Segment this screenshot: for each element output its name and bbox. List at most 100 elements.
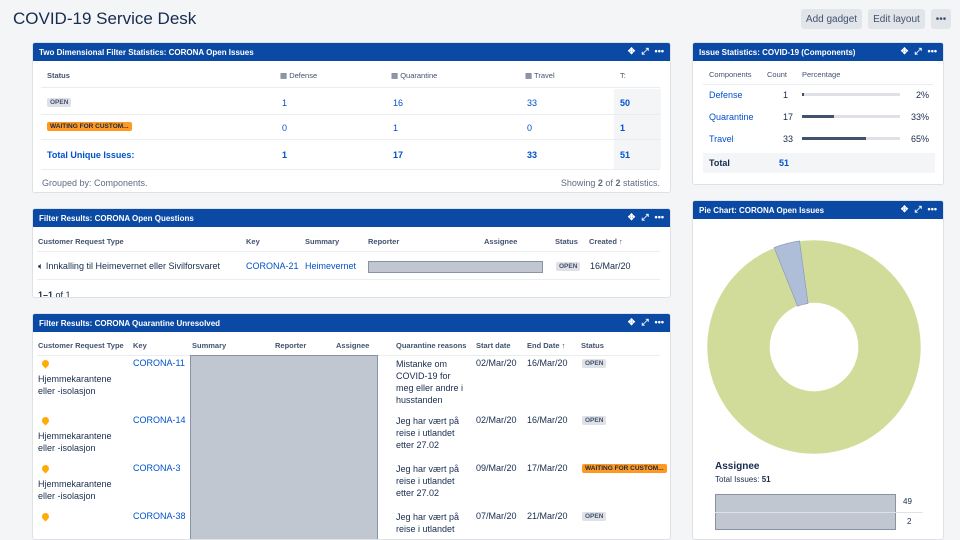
stat-cell[interactable]: 1: [282, 98, 287, 108]
speaker-icon: 🔈︎: [38, 261, 44, 271]
expand-icon[interactable]: ⤢: [641, 317, 648, 328]
col-key[interactable]: Key: [133, 341, 147, 350]
stat-total-cell[interactable]: 1: [620, 123, 625, 133]
total-unique-label: Total Unique Issues:: [47, 150, 135, 160]
gadget-title: Filter Results: CORONA Open Questions: [39, 213, 194, 223]
percentage-bar: [802, 137, 900, 140]
col-quarantine-reasons[interactable]: Quarantine reasons: [396, 341, 466, 350]
quarantine-reason: Jeg har vært på reise i utlandet etter 2…: [396, 464, 460, 498]
total-cell[interactable]: 17: [393, 150, 403, 160]
col-end-date[interactable]: End Date ↑: [527, 341, 565, 350]
col-summary[interactable]: Summary: [305, 237, 339, 246]
total-cell[interactable]: 1: [282, 150, 287, 160]
col-percentage: Percentage: [802, 70, 841, 79]
col-defense[interactable]: ▦ Defense: [280, 71, 317, 80]
legend-value: 2: [907, 517, 912, 526]
issue-key-link[interactable]: CORONA-38: [133, 511, 186, 521]
divider: [41, 139, 660, 140]
open-questions-gadget: Filter Results: CORONA Open Questions ✥ …: [32, 208, 671, 298]
component-percentage: 2%: [915, 90, 929, 100]
col-count: Count: [767, 70, 788, 79]
expand-icon[interactable]: ⤢: [914, 204, 921, 215]
edit-layout-button[interactable]: Edit layout: [868, 9, 925, 29]
more-actions-button[interactable]: •••: [931, 9, 951, 29]
location-pin-icon: [40, 511, 51, 522]
total-cell[interactable]: 33: [527, 150, 537, 160]
more-icon[interactable]: •••: [655, 46, 664, 57]
component-count: 33: [783, 134, 794, 144]
col-request-type[interactable]: Customer Request Type: [38, 341, 124, 350]
stat-cell[interactable]: 0: [527, 123, 532, 133]
col-reporter[interactable]: Reporter: [275, 341, 306, 350]
add-gadget-button[interactable]: Add gadget: [801, 9, 862, 29]
end-date: 17/Mar/20: [527, 463, 568, 473]
gadget-title: Filter Results: CORONA Quarantine Unreso…: [39, 318, 221, 328]
pie-slice-1[interactable]: [706, 239, 922, 455]
created-date: 16/Mar/20: [590, 261, 631, 271]
col-status[interactable]: Status: [581, 341, 604, 350]
issue-key-link[interactable]: CORONA-14: [133, 415, 186, 425]
stat-cell[interactable]: 0: [282, 123, 287, 133]
start-date: 07/Mar/20: [476, 511, 517, 521]
component-count: 17: [783, 112, 794, 122]
stat-cell[interactable]: 1: [393, 123, 398, 133]
percentage-bar: [802, 93, 900, 96]
redacted-block: [190, 355, 378, 539]
percentage-bar-fill: [802, 137, 866, 140]
quarantine-reason: Jeg har vært på reise i utlandet: [396, 512, 460, 534]
move-icon[interactable]: ✥: [628, 317, 636, 328]
total-cell[interactable]: 51: [620, 150, 630, 160]
quarantine-reason: Jeg har vært på reise i utlandet etter 2…: [396, 416, 460, 450]
end-date: 16/Mar/20: [527, 415, 568, 425]
stat-cell[interactable]: 33: [527, 98, 537, 108]
col-summary[interactable]: Summary: [192, 341, 226, 350]
divider: [41, 87, 660, 88]
component-link[interactable]: Travel: [709, 134, 734, 144]
component-link[interactable]: Quarantine: [709, 112, 754, 122]
top-bar: COVID-19 Service Desk Add gadget Edit la…: [0, 0, 960, 36]
divider: [41, 169, 660, 170]
start-date: 02/Mar/20: [476, 415, 517, 425]
more-icon[interactable]: •••: [928, 204, 937, 215]
total-count[interactable]: 51: [779, 158, 789, 168]
status-lozenge: OPEN: [556, 262, 581, 271]
stat-total-cell[interactable]: 50: [620, 98, 630, 108]
col-start-date[interactable]: Start date: [476, 341, 511, 350]
component-icon: ▦: [391, 71, 399, 80]
legend-value: 49: [903, 497, 912, 506]
stat-cell[interactable]: 16: [393, 98, 403, 108]
expand-icon[interactable]: ⤢: [914, 46, 921, 57]
move-icon[interactable]: ✥: [901, 46, 909, 57]
col-quarantine[interactable]: ▦ Quarantine: [391, 71, 437, 80]
divider: [703, 84, 933, 85]
expand-icon[interactable]: ⤢: [641, 46, 648, 57]
col-status[interactable]: Status: [47, 71, 70, 80]
gadget-header: Two Dimensional Filter Statistics: CORON…: [33, 43, 670, 61]
issue-key-link[interactable]: CORONA-11: [133, 358, 185, 368]
col-travel[interactable]: ▦ Travel: [525, 71, 555, 80]
component-link[interactable]: Defense: [709, 90, 743, 100]
col-assignee[interactable]: Assignee: [484, 237, 517, 246]
grouped-by-text: Grouped by: Components.: [42, 178, 148, 188]
end-date: 16/Mar/20: [527, 358, 568, 368]
move-icon[interactable]: ✥: [628, 212, 636, 223]
col-assignee[interactable]: Assignee: [336, 341, 369, 350]
col-reporter[interactable]: Reporter: [368, 237, 399, 246]
col-total: T:: [620, 71, 626, 80]
col-status[interactable]: Status: [555, 237, 578, 246]
more-icon[interactable]: •••: [655, 212, 664, 223]
status-lozenge: OPEN: [47, 98, 72, 107]
issue-key-link[interactable]: CORONA-21: [246, 261, 299, 271]
issue-key-link[interactable]: CORONA-3: [133, 463, 181, 473]
expand-icon[interactable]: ⤢: [641, 212, 648, 223]
col-request-type[interactable]: Customer Request Type: [38, 237, 124, 246]
issue-summary-link[interactable]: Heimevernet: [305, 261, 356, 271]
col-created[interactable]: Created ↑: [589, 237, 623, 246]
move-icon[interactable]: ✥: [628, 46, 636, 57]
move-icon[interactable]: ✥: [901, 204, 909, 215]
more-icon[interactable]: •••: [655, 317, 664, 328]
more-icon[interactable]: •••: [928, 46, 937, 57]
issue-stats-gadget: Issue Statistics: COVID-19 (Components) …: [692, 42, 944, 185]
col-key[interactable]: Key: [246, 237, 260, 246]
component-percentage: 33%: [910, 112, 929, 122]
